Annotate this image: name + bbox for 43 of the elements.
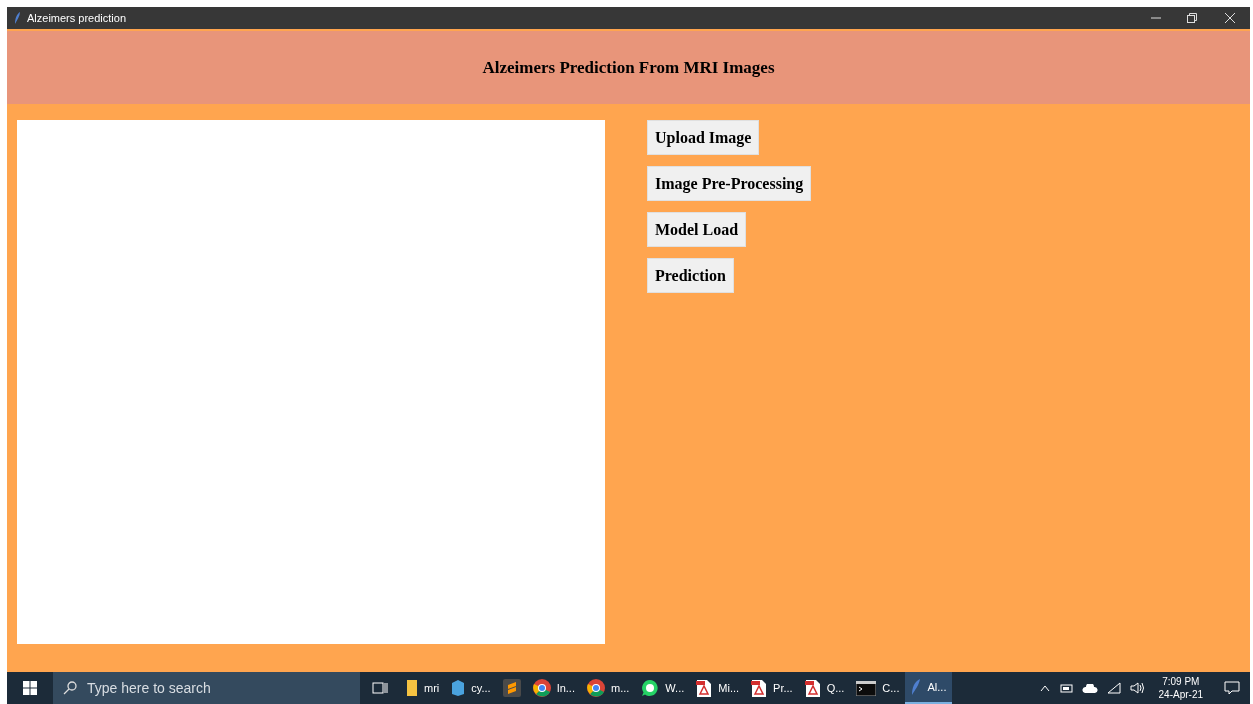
app-title: Alzeimers Prediction From MRI Images <box>482 56 775 79</box>
search-input[interactable]: Type here to search <box>87 677 327 699</box>
action-button[interactable]: Image Pre-Processing <box>647 166 812 201</box>
document-icon <box>751 678 768 698</box>
close-icon <box>1225 13 1235 23</box>
terminal-icon <box>856 680 877 696</box>
folder-icon <box>406 679 418 697</box>
restore-icon <box>1187 13 1197 23</box>
cloud-icon[interactable] <box>1081 683 1098 693</box>
feather-icon <box>15 12 21 24</box>
taskbar-app[interactable]: W... <box>635 672 691 704</box>
windows-icon <box>23 681 37 695</box>
taskbar-app[interactable]: m... <box>581 672 636 704</box>
browser-icon <box>587 679 605 697</box>
document-icon <box>696 678 713 698</box>
notification-icon[interactable] <box>1224 681 1240 695</box>
search-field[interactable]: Type here to search <box>53 672 360 704</box>
chevron-up-icon[interactable] <box>1039 684 1050 692</box>
taskbar-app[interactable]: Pr... <box>745 672 799 704</box>
taskbar-app[interactable]: mri <box>400 672 446 704</box>
battery-icon[interactable] <box>1058 683 1073 693</box>
search-icon <box>63 681 77 695</box>
action-button[interactable]: Model Load <box>647 212 747 247</box>
taskbar-app[interactable]: Al... <box>905 672 953 704</box>
editor-icon <box>502 679 521 697</box>
volume-icon[interactable] <box>1129 682 1146 694</box>
feather-icon <box>911 678 922 696</box>
task-view-icon <box>372 681 388 695</box>
action-button[interactable]: Prediction <box>647 258 734 293</box>
document-icon <box>804 678 821 698</box>
taskbar-app[interactable]: In... <box>526 672 581 704</box>
taskbar-app[interactable]: Mi... <box>690 672 746 704</box>
clock-date: 24-Apr-21 <box>1158 688 1203 701</box>
clock[interactable]: 7:09 PM 24-Apr-21 <box>1154 675 1207 701</box>
taskbar-app[interactable]: C... <box>850 672 906 704</box>
taskbar-app[interactable]: cy... <box>445 672 497 704</box>
clock-time: 7:09 PM <box>1162 675 1200 688</box>
chat-icon <box>641 679 660 697</box>
browser-icon <box>532 679 551 697</box>
window-title: Alzeimers prediction <box>27 10 127 26</box>
cube-icon <box>451 679 466 697</box>
taskbar-app[interactable]: Q... <box>798 672 851 704</box>
action-button[interactable]: Upload Image <box>647 120 760 155</box>
